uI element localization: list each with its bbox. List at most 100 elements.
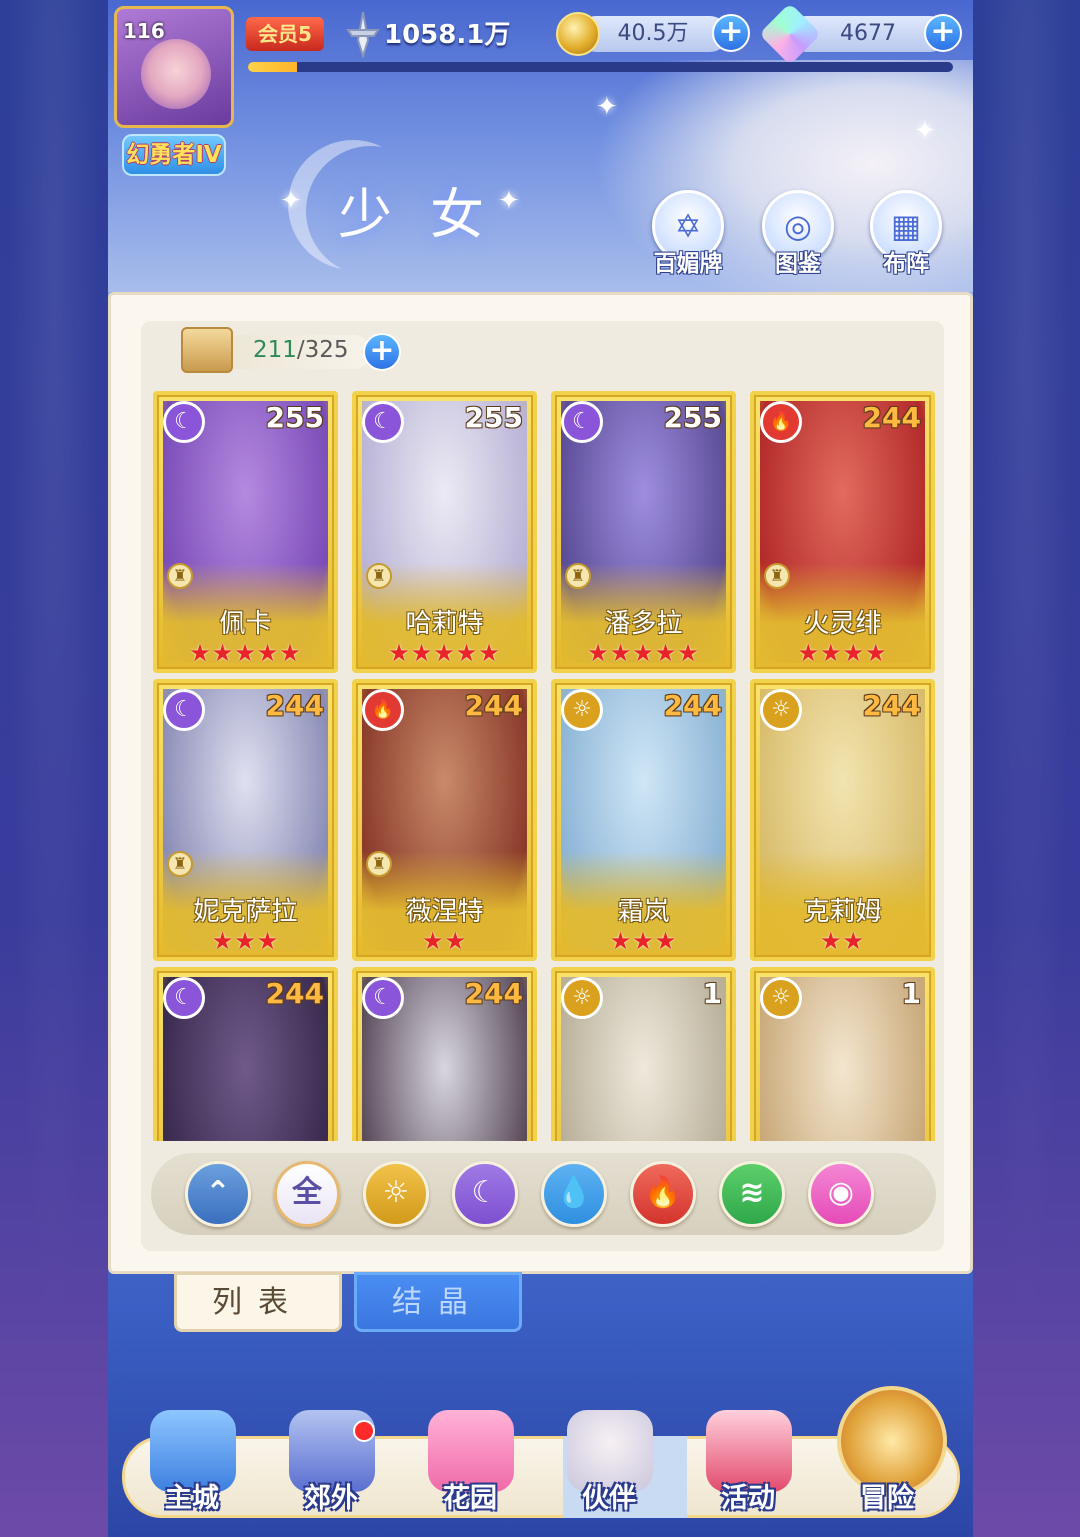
moon-filter-button[interactable]: ☾ <box>452 1161 518 1227</box>
roster-capacity: 211/325 + <box>181 325 401 375</box>
partner-card[interactable]: ☾ 244 <box>352 967 537 1141</box>
header-banner: ✦ ✦ ✦ ✦ 116 幻勇者IV 会员5 1058.1万 40.5万 + 46… <box>108 0 973 292</box>
partner-card[interactable]: ☾ 244 <box>153 967 338 1141</box>
partner-card[interactable]: 🔥 244 ♜ 薇涅特 ★★ <box>352 679 537 961</box>
card-level: 255 <box>663 401 722 434</box>
add-gems-button[interactable]: + <box>924 14 962 52</box>
partner-card[interactable]: 🔥 244 ♜ 火灵绯 ★★★★ <box>750 391 935 673</box>
add-gold-button[interactable]: + <box>712 14 750 52</box>
card-star-rating: ★★ <box>421 927 468 955</box>
card-star-rating: ★★ <box>819 927 866 955</box>
nav-item-compass[interactable]: 冒险 <box>827 1386 947 1525</box>
partner-card[interactable]: ☾ 255 ♜ 哈莉特 ★★★★★ <box>352 391 537 673</box>
all-icon: 全 <box>292 1175 322 1210</box>
nav-item-castle[interactable]: 主城 <box>132 1400 252 1525</box>
fire-element-icon: 🔥 <box>362 689 404 731</box>
player-avatar[interactable]: 116 <box>114 6 234 128</box>
card-name: 薇涅特 <box>405 897 484 927</box>
partner-card[interactable]: ☼ 244 霜岚 ★★★ <box>551 679 736 961</box>
experience-bar-fill <box>248 62 298 72</box>
nav-label: 活动 <box>721 1483 775 1514</box>
tab-list[interactable]: 列表 <box>174 1272 342 1332</box>
tab-crystal[interactable]: 结晶 <box>354 1272 522 1332</box>
moon-element-icon: ☾ <box>163 401 205 443</box>
sun-element-icon: ☼ <box>760 977 802 1019</box>
expand-capacity-button[interactable]: + <box>363 333 401 371</box>
card-level: 244 <box>265 977 324 1010</box>
formation-piece-icon: ♜ <box>764 563 790 589</box>
partner-card[interactable]: ☼ 244 克莉姆 ★★ <box>750 679 935 961</box>
card-star-rating: ★★★ <box>609 927 678 955</box>
card-level: 255 <box>265 401 324 434</box>
card-star-rating: ★★★★ <box>797 639 888 667</box>
partner-card[interactable]: ☾ 244 ♜ 妮克萨拉 ★★★ <box>153 679 338 961</box>
moon-element-icon: ☾ <box>163 977 205 1019</box>
moon-element-icon: ☾ <box>362 401 404 443</box>
right-side-backdrop <box>972 0 1080 1537</box>
card-level: 244 <box>464 977 523 1010</box>
formation-piece-icon: ♜ <box>366 851 392 877</box>
partner-card[interactable]: ☼ 1 <box>551 967 736 1141</box>
card-level: 244 <box>265 689 324 722</box>
partner-card[interactable]: ☼ 1 <box>750 967 935 1141</box>
header-button-formation[interactable]: ▦ 布阵 <box>866 190 946 280</box>
game-screen: ✦ ✦ ✦ ✦ 116 幻勇者IV 会员5 1058.1万 40.5万 + 46… <box>108 0 973 1537</box>
sort-filter-button[interactable]: ⌃ <box>185 1161 251 1227</box>
card-name-backdrop <box>561 1139 726 1141</box>
nav-label: 伙伴 <box>582 1483 636 1514</box>
nav-label: 郊外 <box>304 1483 358 1514</box>
header-button-codex[interactable]: ◎ 图鉴 <box>758 190 838 280</box>
avatar-portrait <box>141 39 211 109</box>
all-filter-button[interactable]: 全 <box>274 1161 340 1227</box>
partner-card[interactable]: ☾ 255 ♜ 佩卡 ★★★★★ <box>153 391 338 673</box>
card-name: 潘多拉 <box>604 609 683 639</box>
card-level: 244 <box>663 689 722 722</box>
header-button-label: 百媚牌 <box>653 251 723 277</box>
nav-item-outskirts[interactable]: 郊外 <box>271 1400 391 1525</box>
sun-element-icon: ☼ <box>561 977 603 1019</box>
fire-filter-button[interactable]: 🔥 <box>630 1161 696 1227</box>
partner-card[interactable]: ☾ 255 ♜ 潘多拉 ★★★★★ <box>551 391 736 673</box>
nav-item-gift[interactable]: 活动 <box>688 1400 808 1525</box>
wind-filter-button[interactable]: ≋ <box>719 1161 785 1227</box>
card-name: 妮克萨拉 <box>193 897 298 927</box>
nav-item-garden[interactable]: 花园 <box>410 1400 530 1525</box>
card-name-backdrop <box>163 1139 328 1141</box>
card-name-backdrop <box>362 1139 527 1141</box>
formation-piece-icon: ♜ <box>167 851 193 877</box>
card-name: 火灵绯 <box>803 609 882 639</box>
sparkle-icon: ✦ <box>914 116 936 146</box>
card-name-backdrop <box>760 1139 925 1141</box>
sun-element-icon: ☼ <box>561 689 603 731</box>
card-star-rating: ★★★★★ <box>388 639 501 667</box>
fire-icon: 🔥 <box>644 1175 682 1210</box>
card-name: 哈莉特 <box>405 609 484 639</box>
moon-icon: ☾ <box>471 1175 499 1210</box>
vip-badge[interactable]: 会员5 <box>246 17 324 51</box>
card-level: 244 <box>862 401 921 434</box>
arcane-filter-button[interactable]: ◉ <box>808 1161 874 1227</box>
card-star-rating: ★★★ <box>211 927 280 955</box>
player-title-badge[interactable]: 幻勇者IV <box>122 134 226 176</box>
card-level: 1 <box>702 977 722 1010</box>
left-side-backdrop <box>0 0 108 1537</box>
header-button-cards[interactable]: ✡ 百媚牌 <box>648 190 728 280</box>
sun-icon: ☼ <box>382 1175 410 1210</box>
card-level: 255 <box>464 401 523 434</box>
card-star-rating: ★★★★★ <box>189 639 302 667</box>
header-button-label: 布阵 <box>883 251 929 277</box>
nav-label: 花园 <box>443 1483 497 1514</box>
player-level: 116 <box>123 19 165 43</box>
moon-element-icon: ☾ <box>561 401 603 443</box>
sun-filter-button[interactable]: ☼ <box>363 1161 429 1227</box>
element-filter-bar: ⌃ 全 ☼ ☾ 💧 🔥 ≋ ◉ <box>151 1153 936 1235</box>
sparkle-icon: ✦ <box>596 92 618 122</box>
nav-item-partner[interactable]: 伙伴 <box>549 1400 687 1525</box>
partner-panel: 211/325 + ☾ 255 ♜ 佩卡 ★★★★★ ☾ 255 ♜ 哈莉特 ★★★★★ ☾ 255 ♜… <box>108 292 973 1274</box>
page-title: 少女 <box>338 183 522 246</box>
water-filter-button[interactable]: 💧 <box>541 1161 607 1227</box>
card-name: 霜岚 <box>617 897 670 927</box>
nav-label: 冒险 <box>860 1483 914 1514</box>
fire-element-icon: 🔥 <box>760 401 802 443</box>
formation-piece-icon: ♜ <box>366 563 392 589</box>
